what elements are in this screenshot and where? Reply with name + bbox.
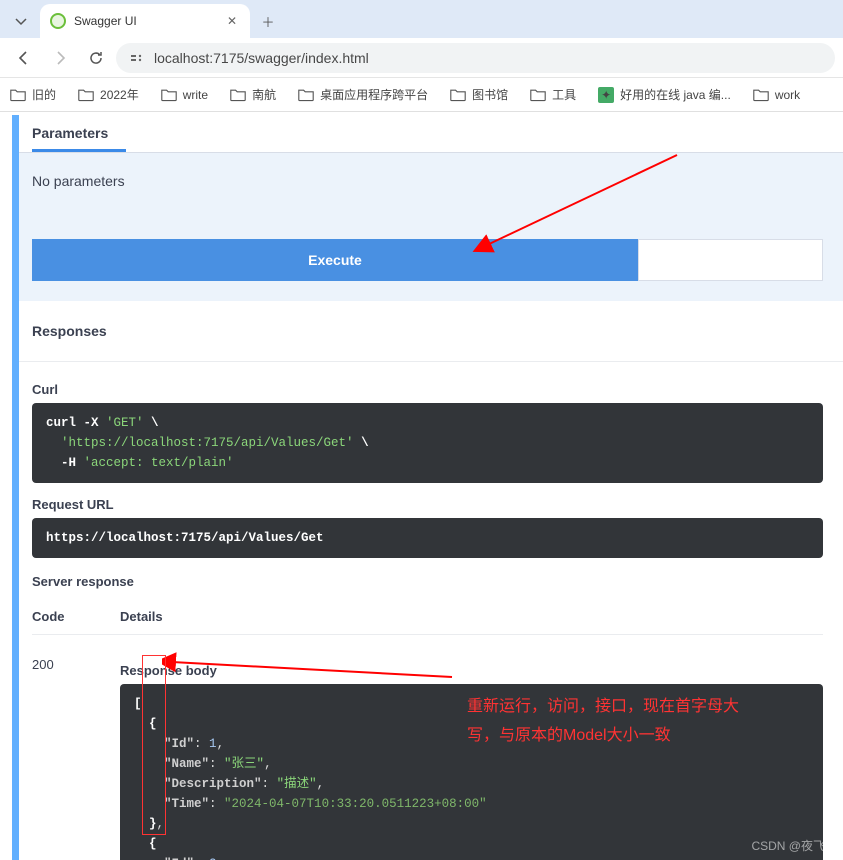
bookmark-label: 2022年 [100, 86, 139, 103]
page-icon: ✦ [598, 87, 614, 103]
no-parameters-label: No parameters [32, 173, 823, 189]
responses-header: Responses [12, 301, 843, 362]
browser-tab[interactable]: Swagger UI ✕ [40, 4, 250, 38]
annotation-text: 重新运行，访问，接口，现在首字母大 写，与原本的Model大小一致 [467, 693, 827, 751]
bookmark-item[interactable]: ✦ 好用的在线 java 编... [598, 86, 731, 103]
operation-stripe [12, 115, 19, 860]
request-url-code[interactable]: https://localhost:7175/api/Values/Get [32, 518, 823, 558]
bookmark-item[interactable]: 2022年 [78, 86, 139, 103]
curl-code[interactable]: curl -X 'GET' \ 'https://localhost:7175/… [32, 403, 823, 483]
bookmark-label: 桌面应用程序跨平台 [320, 86, 428, 103]
execute-button[interactable]: Execute [32, 239, 638, 281]
response-body-label: Response body [120, 663, 823, 678]
chevron-down-icon [16, 19, 26, 24]
parameters-active-underline [32, 149, 126, 152]
back-button[interactable] [8, 42, 40, 74]
bookmark-item[interactable]: 工具 [530, 86, 576, 103]
bookmark-item[interactable]: 图书馆 [450, 86, 508, 103]
bookmark-item[interactable]: write [161, 88, 208, 102]
parameters-header: Parameters [12, 115, 843, 141]
request-url-label: Request URL [32, 497, 823, 512]
url-text: localhost:7175/swagger/index.html [154, 50, 369, 66]
arrow-left-icon [20, 52, 26, 64]
bookmark-item[interactable]: 桌面应用程序跨平台 [298, 86, 428, 103]
bookmark-label: work [775, 88, 800, 102]
bookmark-label: 南航 [252, 86, 276, 103]
site-info-icon[interactable] [128, 49, 146, 67]
bookmark-label: 工具 [552, 86, 576, 103]
swagger-favicon [50, 13, 66, 29]
bookmark-label: write [183, 88, 208, 102]
tabs-menu-button[interactable] [6, 7, 36, 35]
server-response-label: Server response [32, 574, 823, 589]
bookmarks-bar: 旧的 2022年 write 南航 桌面应用程序跨平台 图书馆 工具 ✦ 好用的在线 java … [0, 78, 843, 112]
bookmark-label: 好用的在线 java 编... [620, 86, 731, 103]
status-code: 200 [32, 657, 120, 860]
tab-title: Swagger UI [74, 14, 216, 28]
reload-icon [91, 52, 101, 63]
swagger-content: Parameters No parameters Execute Respons… [12, 115, 843, 860]
bookmark-label: 旧的 [32, 86, 56, 103]
close-icon[interactable]: ✕ [224, 13, 240, 29]
forward-button [44, 42, 76, 74]
arrow-right-icon [58, 52, 64, 64]
curl-label: Curl [32, 382, 823, 397]
bookmark-item[interactable]: 南航 [230, 86, 276, 103]
details-column-header: Details [120, 609, 823, 624]
code-column-header: Code [32, 609, 120, 624]
bookmark-label: 图书馆 [472, 86, 508, 103]
reload-button[interactable] [80, 42, 112, 74]
bookmark-item[interactable]: work [753, 88, 800, 102]
browser-chrome: Swagger UI ✕ ＋ localhost:7175/swagger/in… [0, 0, 843, 112]
clear-button[interactable] [638, 239, 823, 281]
bookmark-item[interactable]: 旧的 [10, 86, 56, 103]
address-bar[interactable]: localhost:7175/swagger/index.html [116, 43, 835, 73]
watermark: CSDN @夜飞鼠 [751, 837, 837, 854]
new-tab-button[interactable]: ＋ [254, 7, 282, 35]
